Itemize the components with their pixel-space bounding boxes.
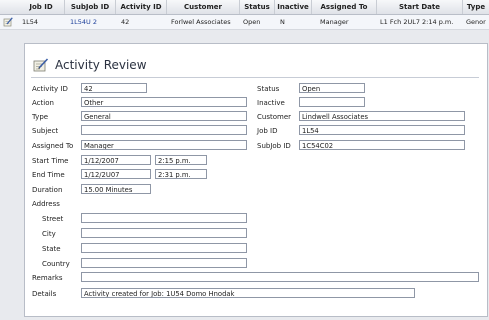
cell-assigned-to: Manager <box>320 18 349 26</box>
details-label: Details <box>32 290 57 298</box>
column-header-inactive[interactable]: Inactive <box>275 0 312 14</box>
remarks-label: Remarks <box>32 274 63 282</box>
end-date-field[interactable]: 1/12/2U07 <box>81 169 151 179</box>
grid-header: Job ID SubJob ID Activity ID Customer St… <box>0 0 489 15</box>
cell-inactive: N <box>280 18 285 26</box>
cell-start-date: L1 Fch 2UL7 2:14 p.m. <box>380 18 454 26</box>
customer-field[interactable]: Lindwell Associates <box>299 111 465 121</box>
subjob-id-field[interactable]: 1C54C02 <box>299 140 465 150</box>
panel-title-text: Activity Review <box>55 58 147 72</box>
table-row[interactable]: 1L54 1L54U 2 42 Forlwel Associates Open … <box>0 15 489 30</box>
remarks-field[interactable] <box>81 272 479 282</box>
street-label: Street <box>42 215 64 223</box>
action-field[interactable]: Other <box>81 97 247 107</box>
job-id-field[interactable]: 1L54 <box>299 125 465 135</box>
column-header-status[interactable]: Status <box>240 0 275 14</box>
city-label: City <box>42 230 56 238</box>
start-date-field[interactable]: 1/12/2007 <box>81 155 151 165</box>
activity-review-icon <box>33 58 49 72</box>
subjob-id-label: SubJob ID <box>257 142 291 150</box>
start-time-field[interactable]: 2:15 p.m. <box>155 155 207 165</box>
type-label: Type <box>32 113 49 121</box>
column-header-subjob-id[interactable]: SubJob ID <box>65 0 116 14</box>
inactive-field[interactable] <box>299 97 365 107</box>
customer-label: Customer <box>257 113 292 121</box>
country-label: Country <box>42 260 70 268</box>
inactive-label: Inactive <box>257 99 285 107</box>
status-label: Status <box>257 85 280 93</box>
panel-title: Activity Review <box>33 55 147 75</box>
cell-activity-id: 42 <box>121 18 130 26</box>
details-field[interactable]: Activity created for Job: 1U54 Domo Hnod… <box>81 288 415 298</box>
title-divider <box>31 77 479 78</box>
assigned-to-field[interactable]: Manager <box>81 140 247 150</box>
action-label: Action <box>32 99 54 107</box>
state-label: State <box>42 245 61 253</box>
activity-id-label: Activity ID <box>32 85 68 93</box>
subject-field[interactable] <box>81 125 247 135</box>
activity-review-panel: Activity Review Activity ID 42 Action Ot… <box>24 43 488 317</box>
cell-job-id: 1L54 <box>22 18 39 26</box>
duration-field[interactable]: 15.00 Minutes <box>81 184 151 194</box>
cell-subjob-id[interactable]: 1L54U 2 <box>68 15 116 29</box>
state-field[interactable] <box>81 243 247 253</box>
city-field[interactable] <box>81 228 247 238</box>
address-label: Address <box>32 200 60 208</box>
column-header-customer[interactable]: Customer <box>167 0 240 14</box>
country-field[interactable] <box>81 258 247 268</box>
start-time-label: Start Time <box>32 157 69 165</box>
column-header-job-id[interactable]: Job ID <box>18 0 65 14</box>
status-field[interactable]: Open <box>299 83 365 93</box>
cell-status: Open <box>243 18 261 26</box>
job-id-label: Job ID <box>257 127 278 135</box>
assigned-to-label: Assigned To <box>32 142 74 150</box>
activity-id-field[interactable]: 42 <box>81 83 147 93</box>
column-header-activity-id[interactable]: Activity ID <box>116 0 167 14</box>
subject-label: Subject <box>32 127 59 135</box>
street-field[interactable] <box>81 213 247 223</box>
duration-label: Duration <box>32 186 63 194</box>
cell-type: Genor <box>466 18 486 26</box>
type-field[interactable]: General <box>81 111 247 121</box>
column-header-type[interactable]: Type <box>463 0 489 14</box>
end-time-field[interactable]: 2:31 p.m. <box>155 169 207 179</box>
cell-customer: Forlwel Associates <box>171 18 231 26</box>
column-header-start-date[interactable]: Start Date <box>377 0 463 14</box>
activity-note-icon <box>3 17 13 27</box>
end-time-label: End Time <box>32 171 65 179</box>
column-header-assigned-to[interactable]: Assigned To <box>312 0 377 14</box>
